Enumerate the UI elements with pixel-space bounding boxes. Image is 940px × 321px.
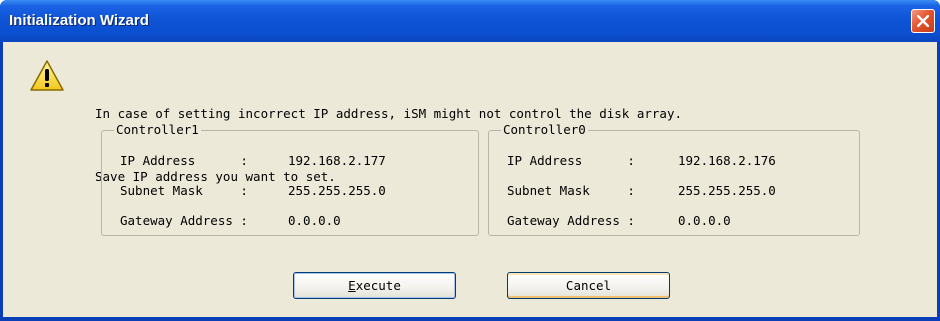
subnet-mask-label: Subnet Mask : [120, 183, 256, 198]
subnet-mask-label: Subnet Mask : [507, 183, 643, 198]
ip-address-label: IP Address : [120, 153, 256, 168]
dialog-body: In case of setting incorrect IP address,… [3, 42, 937, 317]
execute-mnemonic: E [348, 278, 356, 293]
close-button[interactable] [911, 9, 935, 33]
controller0-ip-row: IP Address : 192.168.2.176 [507, 152, 776, 170]
ip-address-value: 192.168.2.176 [678, 153, 776, 168]
controller0-subnet-row: Subnet Mask : 255.255.255.0 [507, 182, 776, 200]
ip-address-value: 192.168.2.177 [288, 153, 386, 168]
controller1-group: Controller1 IP Address : 192.168.2.177 S… [101, 121, 479, 236]
execute-button[interactable]: Execute [293, 272, 456, 299]
controller1-ip-row: IP Address : 192.168.2.177 [120, 152, 386, 170]
gateway-address-label: Gateway Address : [507, 213, 643, 228]
title-bar[interactable]: Initialization Wizard [0, 0, 940, 42]
gateway-address-value: 0.0.0.0 [678, 213, 731, 228]
close-icon [917, 15, 929, 27]
subnet-mask-value: 255.255.255.0 [678, 183, 776, 198]
subnet-mask-value: 255.255.255.0 [288, 183, 386, 198]
execute-label: xecute [355, 278, 401, 293]
controller1-subnet-row: Subnet Mask : 255.255.255.0 [120, 182, 386, 200]
controller0-gateway-row: Gateway Address : 0.0.0.0 [507, 212, 731, 230]
controller0-title: Controller0 [501, 121, 588, 139]
controller1-title: Controller1 [114, 121, 201, 139]
window-title: Initialization Wizard [9, 12, 149, 29]
controller1-gateway-row: Gateway Address : 0.0.0.0 [120, 212, 341, 230]
ip-address-label: IP Address : [507, 153, 643, 168]
cancel-button[interactable]: Cancel [507, 272, 670, 299]
gateway-address-value: 0.0.0.0 [288, 213, 341, 228]
warning-icon [30, 60, 64, 91]
controller0-group: Controller0 IP Address : 192.168.2.176 S… [488, 121, 860, 236]
gateway-address-label: Gateway Address : [120, 213, 256, 228]
dialog-window: Initialization Wizard In case of setting… [0, 0, 940, 321]
